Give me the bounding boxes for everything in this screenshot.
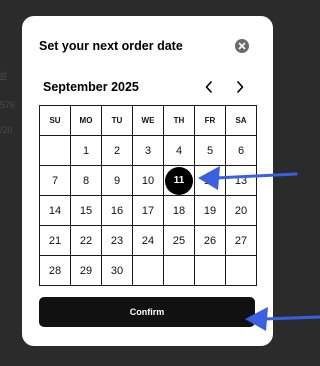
annotation-arrow-icon (198, 166, 298, 190)
calendar-empty-cell (39, 135, 71, 166)
calendar-empty-cell (163, 255, 195, 286)
calendar-day[interactable]: 2 (101, 135, 133, 166)
background-link-fragment: ilt (0, 70, 7, 80)
calendar-day[interactable]: 23 (101, 225, 133, 256)
weekday-header: TH (163, 105, 195, 136)
calendar-day[interactable]: 29 (70, 255, 102, 286)
weekday-header: SA (225, 105, 257, 136)
weekday-header: WE (132, 105, 164, 136)
modal-title: Set your next order date (39, 39, 183, 53)
background-text-fragment: 576 (0, 100, 16, 110)
calendar-day[interactable]: 8 (70, 165, 102, 196)
calendar-day[interactable]: 17 (132, 195, 164, 226)
calendar-week-row: 14 15 16 17 18 19 20 (39, 195, 257, 226)
close-icon (238, 42, 246, 50)
calendar-empty-cell (132, 255, 164, 286)
calendar-day[interactable]: 27 (225, 225, 257, 256)
weekday-header: TU (101, 105, 133, 136)
calendar-day[interactable]: 4 (163, 135, 195, 166)
annotation-arrow-icon (245, 307, 320, 331)
calendar-day[interactable]: 28 (39, 255, 71, 286)
month-label: September 2025 (43, 80, 139, 94)
weekday-header: SU (39, 105, 71, 136)
calendar-day[interactable]: 24 (132, 225, 164, 256)
calendar-day[interactable]: 18 (163, 195, 195, 226)
selected-day-label: 11 (165, 166, 193, 195)
close-button[interactable] (235, 39, 249, 53)
calendar-day-selected[interactable]: 11 (163, 165, 195, 196)
calendar-day[interactable]: 3 (132, 135, 164, 166)
calendar-empty-cell (225, 255, 257, 286)
next-month-button[interactable] (231, 78, 249, 96)
calendar-empty-cell (194, 255, 226, 286)
calendar-day[interactable]: 9 (101, 165, 133, 196)
calendar-day[interactable]: 21 (39, 225, 71, 256)
calendar-day[interactable]: 30 (101, 255, 133, 286)
calendar-day[interactable]: 19 (194, 195, 226, 226)
calendar-day[interactable]: 15 (70, 195, 102, 226)
calendar-day[interactable]: 16 (101, 195, 133, 226)
calendar-day[interactable]: 20 (225, 195, 257, 226)
calendar-day[interactable]: 14 (39, 195, 71, 226)
calendar-week-row: 28 29 30 (39, 255, 257, 286)
calendar-week-row: 21 22 23 24 25 26 27 (39, 225, 257, 256)
calendar-day[interactable]: 22 (70, 225, 102, 256)
weekday-header: MO (70, 105, 102, 136)
weekday-header: FR (194, 105, 226, 136)
confirm-button[interactable]: Confirm (39, 297, 255, 327)
calendar-day[interactable]: 10 (132, 165, 164, 196)
calendar-day[interactable]: 26 (194, 225, 226, 256)
calendar-day[interactable]: 7 (39, 165, 71, 196)
calendar-day[interactable]: 25 (163, 225, 195, 256)
chevron-right-icon (237, 81, 244, 93)
previous-month-button[interactable] (200, 78, 218, 96)
calendar-day[interactable]: 1 (70, 135, 102, 166)
background-text-fragment: /20 (0, 125, 13, 135)
chevron-left-icon (205, 81, 212, 93)
